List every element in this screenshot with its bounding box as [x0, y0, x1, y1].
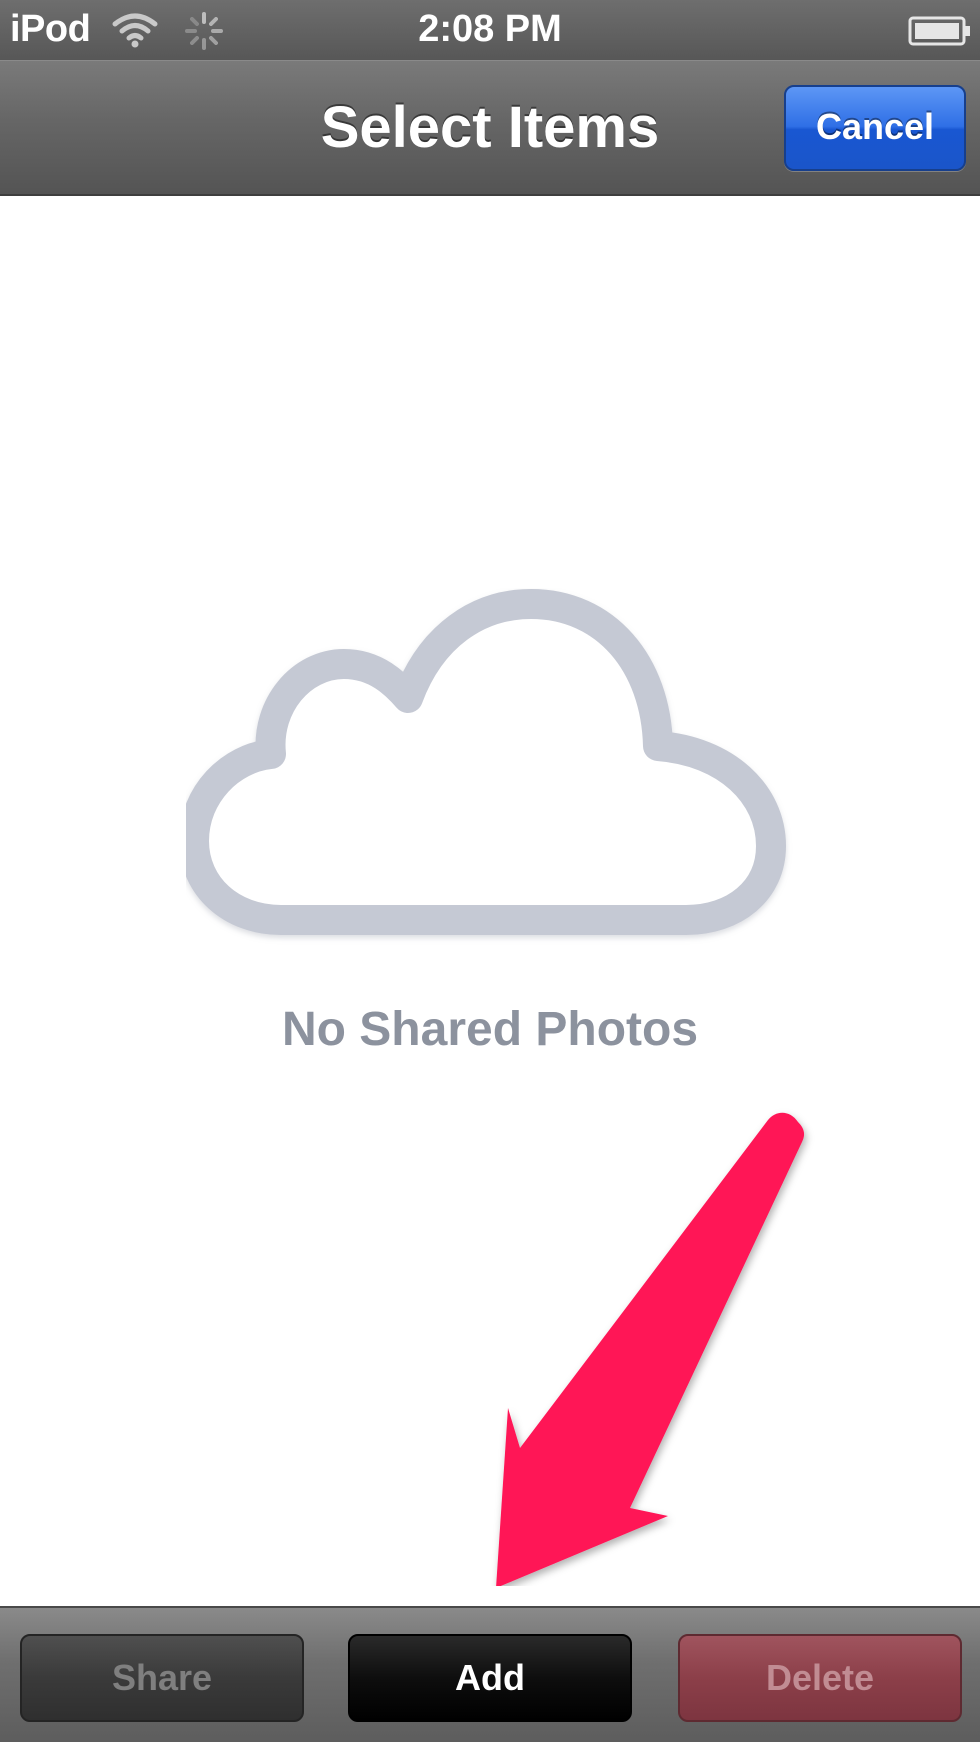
cloud-icon	[186, 589, 786, 935]
delete-button[interactable]: Delete	[678, 1634, 962, 1722]
empty-state: No Shared Photos	[0, 196, 980, 1606]
battery-icon	[908, 16, 970, 46]
cancel-button[interactable]: Cancel	[784, 85, 966, 171]
share-button[interactable]: Share	[20, 1634, 304, 1722]
add-button[interactable]: Add	[348, 1634, 632, 1722]
empty-state-message: No Shared Photos	[281, 1003, 699, 1056]
navigation-bar: Select Items Cancel	[0, 60, 980, 196]
status-time: 2:08 PM	[418, 8, 562, 50]
arrow-icon	[496, 1112, 805, 1586]
status-bar: iPod 2:08 PM	[0, 0, 980, 60]
bottom-toolbar: Share Add Delete	[0, 1606, 980, 1742]
